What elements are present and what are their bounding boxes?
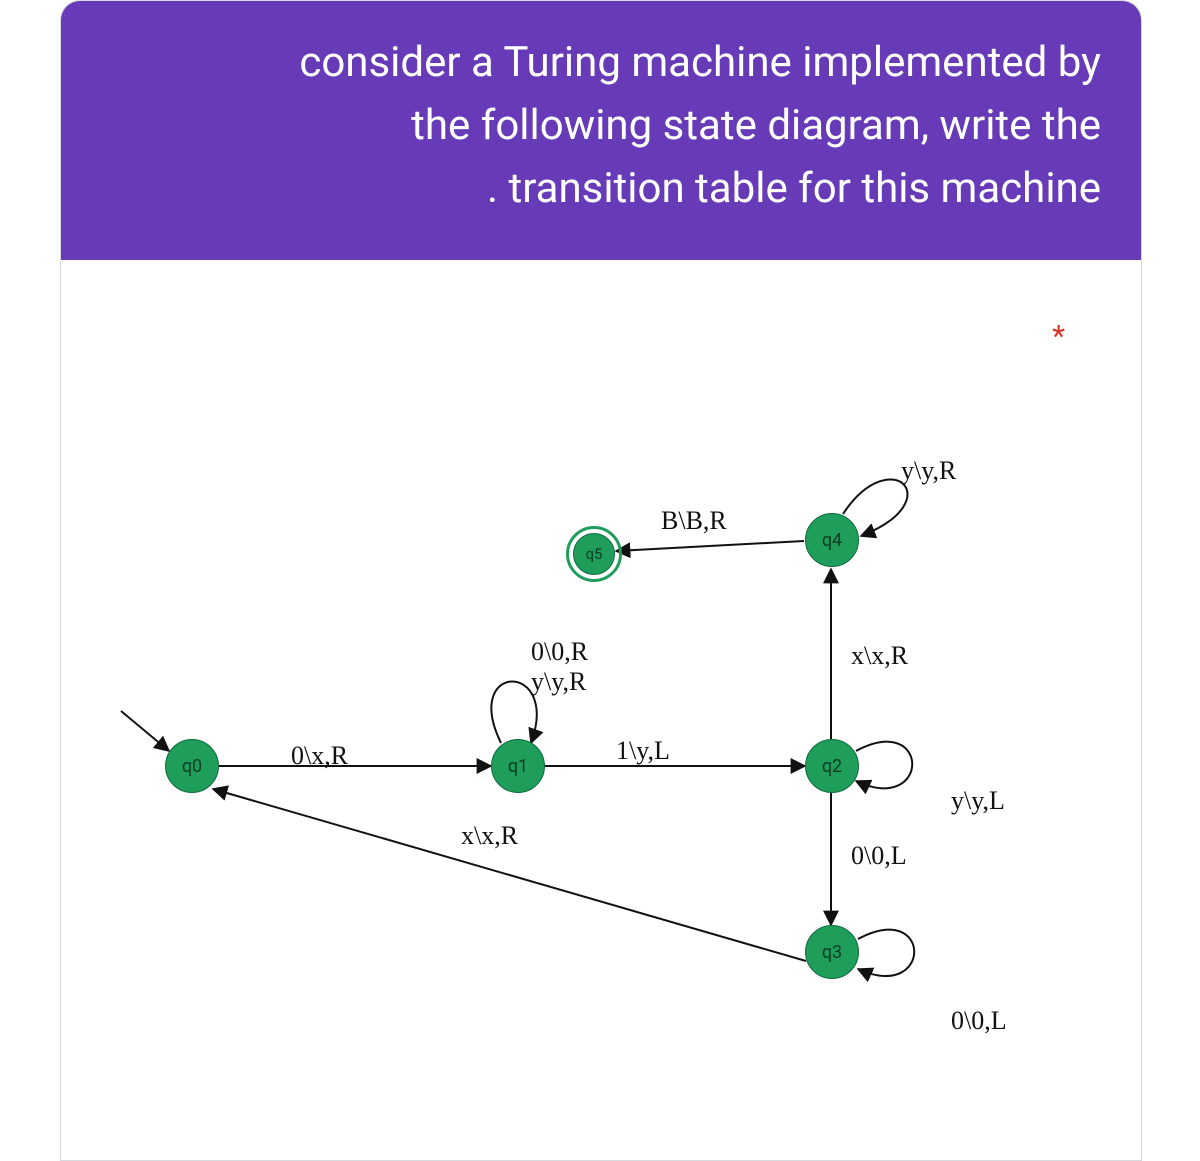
state-q5-final: q5 [573,533,615,575]
edge-label-q1-q1-a: 0\0,R [531,637,588,667]
edge-label-q2-q4: x\x,R [851,641,908,671]
edge-label-q2-q3: 0\0,L [851,841,907,871]
edge-label-q3-q3: 0\0,L [951,1006,1007,1036]
state-q2: q2 [805,739,859,793]
edge-label-q2-q2: y\y,L [951,786,1005,816]
question-header: consider a Turing machine implemented by… [61,1,1141,260]
state-q1: q1 [491,739,545,793]
state-label: q1 [508,756,528,777]
edge-label-q3-q0: x\x,R [461,821,518,851]
state-q0: q0 [165,739,219,793]
state-label: q5 [586,545,603,563]
header-line-3: . transition table for this machine [101,157,1101,220]
edge-label-q1-q1-b: y\y,R [531,667,586,697]
state-label: q0 [182,756,202,777]
question-card: consider a Turing machine implemented by… [60,0,1142,1161]
state-q3: q3 [805,925,859,979]
edge-label-q4-q4: y\y,R [901,456,956,486]
header-line-1: consider a Turing machine implemented by [101,31,1101,94]
edge-label-q4-q5: B\B,R [661,506,727,536]
edge-label-q1-q2: 1\y,L [616,736,670,766]
state-q4: q4 [805,513,859,567]
state-label: q2 [822,756,842,777]
header-line-2: the following state diagram, write the [101,94,1101,157]
edge-label-q0-q1: 0\x,R [291,741,348,771]
state-diagram: q0 q1 q2 q3 q4 q5 0\x,R 0\0,R y\y,R 1\y,… [61,261,1141,1160]
state-label: q3 [822,942,842,963]
state-label: q4 [822,530,842,551]
